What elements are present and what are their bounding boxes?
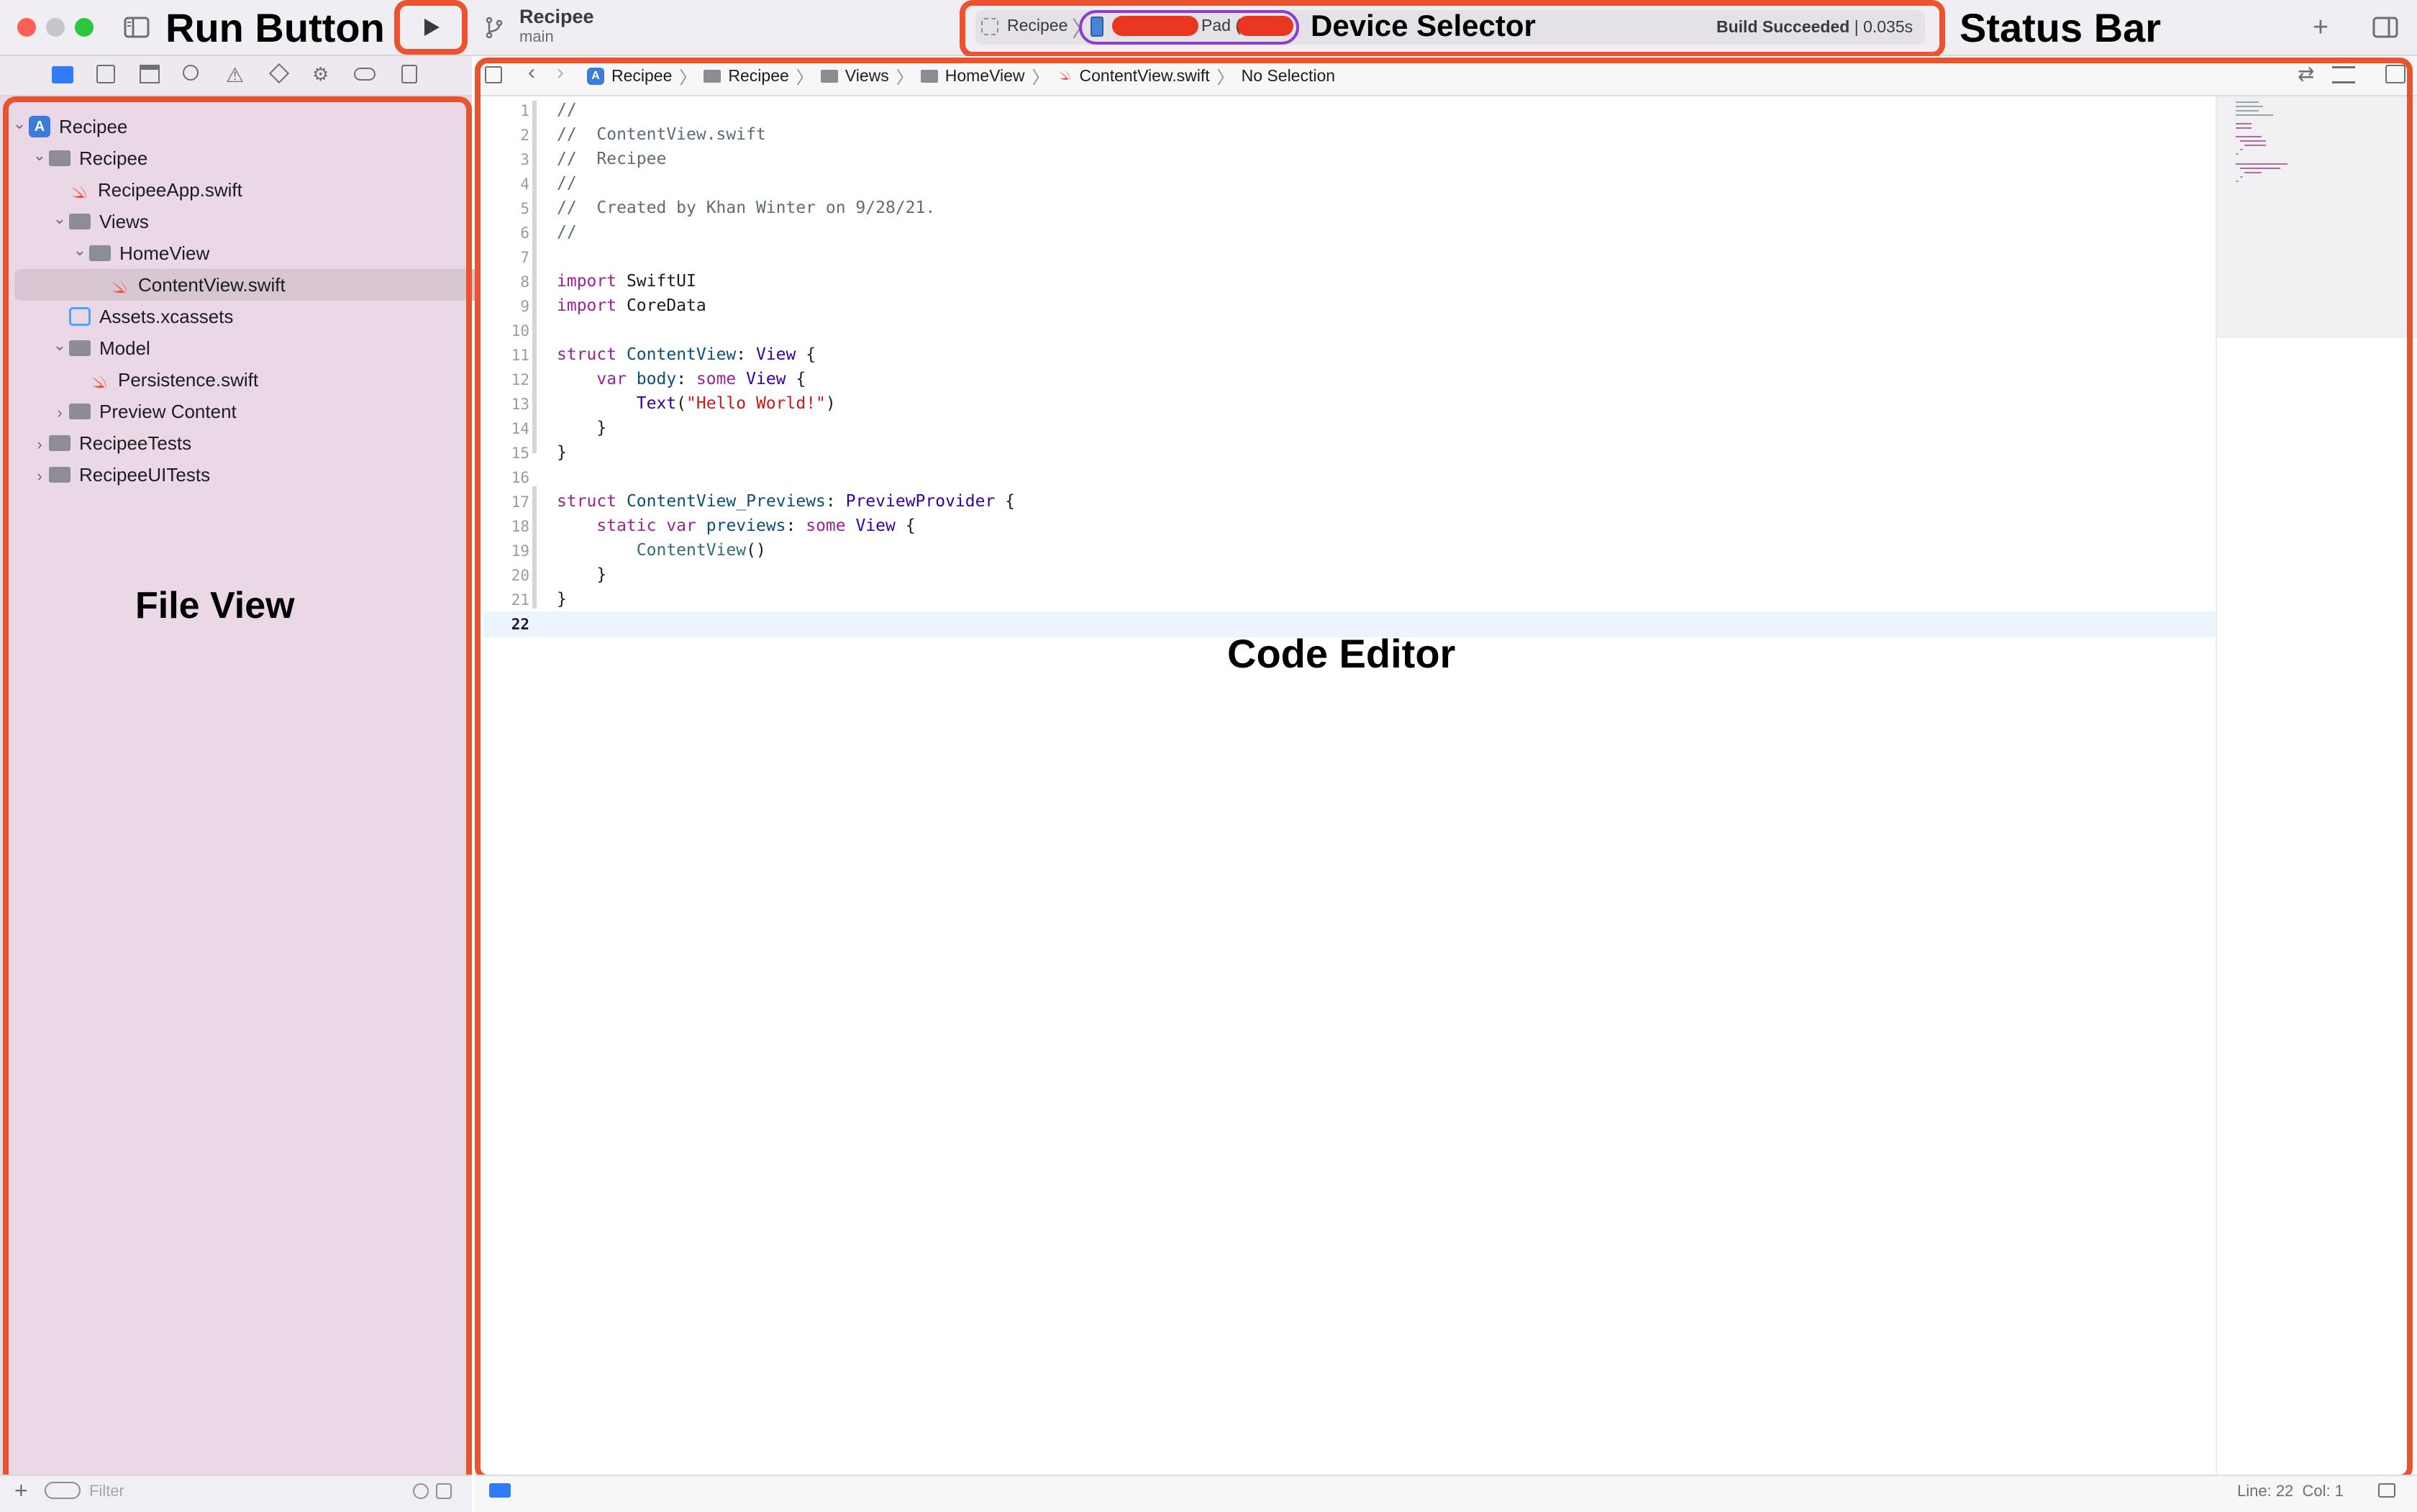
branch-name: main	[519, 27, 554, 45]
branch-icon	[483, 14, 505, 40]
scheme-selector[interactable]: Recipee	[1007, 16, 1068, 35]
issue-navigator-tab-icon[interactable]: ⚠	[226, 63, 244, 87]
cursor-position: Line: 22 Col: 1	[2237, 1482, 2344, 1500]
file-view-highlight	[3, 96, 472, 1488]
code-editor-highlight	[475, 58, 2413, 1480]
modified-files-icon[interactable]	[436, 1483, 452, 1499]
build-status-result: Build Succeeded	[1716, 17, 1850, 36]
filter-options-icon[interactable]	[45, 1482, 81, 1499]
build-status-duration: | 0.035s	[1854, 17, 1913, 36]
navigator-toggle-icon[interactable]	[122, 14, 151, 40]
ipad-device-icon	[1091, 17, 1103, 37]
debug-navigator-tab-icon[interactable]: ⚙	[312, 63, 329, 86]
close-window-button[interactable]	[17, 18, 36, 37]
play-icon	[424, 19, 440, 36]
build-status: Build Succeeded | 0.035s	[1716, 17, 1913, 37]
breakpoint-navigator-tab-icon[interactable]	[354, 68, 375, 81]
scheme-icon	[981, 18, 998, 35]
add-file-icon[interactable]: +	[14, 1477, 28, 1504]
redacted-device-name	[1112, 16, 1198, 36]
filter-field[interactable]: Filter	[89, 1482, 124, 1500]
symbol-navigator-tab-icon[interactable]	[140, 65, 160, 83]
project-navigator-tab-icon[interactable]	[52, 66, 73, 83]
editor-status-line	[475, 1475, 2417, 1512]
find-navigator-tab-icon[interactable]	[183, 65, 199, 81]
cursor-line: Line: 22	[2237, 1482, 2294, 1500]
device-selector-annotation: Device Selector	[1311, 9, 1536, 42]
panel-toggle-icon[interactable]	[2378, 1483, 2395, 1498]
source-control-navigator-tab-icon[interactable]	[96, 65, 115, 83]
recent-files-icon[interactable]	[413, 1483, 429, 1499]
cursor-column: Col: 1	[2302, 1482, 2344, 1500]
add-icon[interactable]: +	[2306, 12, 2335, 42]
run-button-annotation: Run Button	[165, 5, 385, 50]
inspector-toggle-icon[interactable]	[2371, 14, 2400, 40]
minimize-window-button[interactable]	[46, 18, 65, 37]
status-bar-annotation: Status Bar	[1959, 5, 2162, 50]
redacted-os-version	[1237, 16, 1293, 36]
zoom-window-button[interactable]	[75, 18, 94, 37]
report-navigator-tab-icon[interactable]	[401, 65, 417, 83]
project-title: Recipee	[519, 6, 594, 27]
run-button[interactable]	[409, 10, 453, 45]
debug-area-toggle-icon[interactable]	[489, 1483, 511, 1498]
device-name-suffix: Pad (	[1201, 16, 1241, 35]
